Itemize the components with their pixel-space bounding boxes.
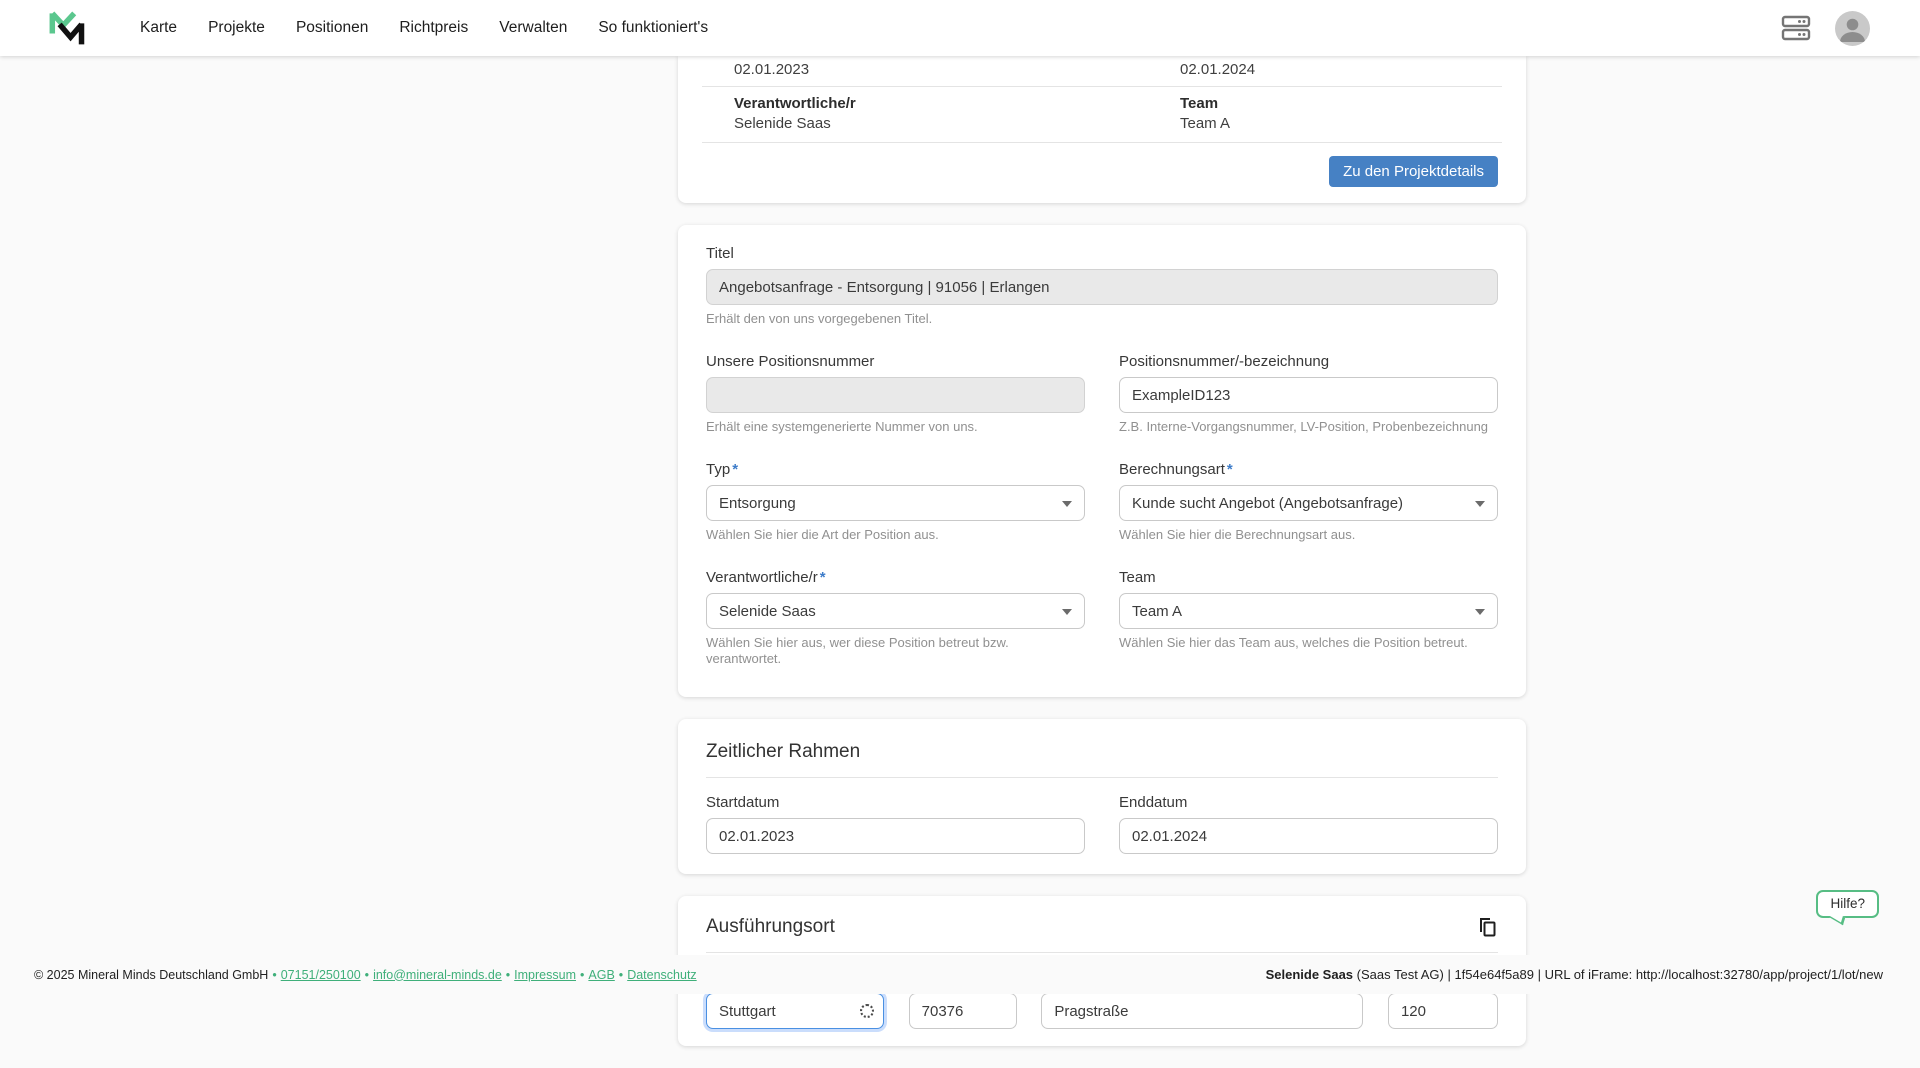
nav-item-positionen[interactable]: Positionen <box>294 13 370 43</box>
footer: © 2025 Mineral Minds Deutschland GmbH • 07… <box>0 955 1920 994</box>
footer-user-name: Selenide Saas <box>1266 967 1353 982</box>
positionsbezeichnung-label: Positionsnummer/-bezeichnung <box>1119 353 1498 370</box>
chevron-down-icon <box>1475 501 1485 507</box>
typ-select-value: Entsorgung <box>719 495 796 512</box>
required-asterisk: * <box>732 461 738 478</box>
team-select-label: Team <box>1119 569 1498 586</box>
enddatum-input[interactable] <box>1119 818 1498 854</box>
verantwortliche-label: Verantwortliche/r* <box>706 569 1085 586</box>
team-value: Team A <box>1180 114 1502 133</box>
footer-link-agb[interactable]: AGB <box>588 968 614 982</box>
unsere-positionsnummer-label: Unsere Positionsnummer <box>706 353 1085 370</box>
verantwortliche-hint: Wählen Sie hier aus, wer diese Position … <box>706 635 1085 667</box>
top-navbar: Karte Projekte Positionen Richtpreis Ver… <box>0 0 1920 56</box>
berechnungsart-select[interactable]: Kunde sucht Angebot (Angebotsanfrage) <box>1119 485 1498 521</box>
project-start-date: 02.01.2023 <box>702 60 1148 79</box>
nav-item-karte[interactable]: Karte <box>138 13 179 43</box>
footer-link-impressum[interactable]: Impressum <box>514 968 576 982</box>
chevron-down-icon <box>1062 609 1072 615</box>
nav-item-verwalten[interactable]: Verwalten <box>497 13 569 43</box>
team-select-value: Team A <box>1132 603 1182 620</box>
divider <box>706 952 1498 953</box>
startdatum-label: Startdatum <box>706 794 1085 811</box>
footer-link-phone[interactable]: 07151/250100 <box>281 968 361 982</box>
footer-left: © 2025 Mineral Minds Deutschland GmbH • 07… <box>34 968 697 982</box>
verantwortliche-select[interactable]: Selenide Saas <box>706 593 1085 629</box>
loading-spinner-icon <box>860 1004 874 1018</box>
separator-dot: • <box>619 968 623 982</box>
footer-user-suffix: (Saas Test AG) | 1f54e64f5a89 | URL of i… <box>1353 967 1883 982</box>
unsere-positionsnummer-input <box>706 377 1085 413</box>
berechnungsart-label: Berechnungsart* <box>1119 461 1498 478</box>
team-label: Team <box>1180 94 1502 113</box>
project-summary-card: 02.01.2023 02.01.2024 Verantwortliche/r … <box>678 56 1526 203</box>
titel-label: Titel <box>706 245 1498 262</box>
project-end-date: 02.01.2024 <box>1148 60 1502 79</box>
divider <box>706 777 1498 778</box>
position-form-card: Titel Erhält den von uns vorgegebenen Ti… <box>678 225 1526 697</box>
responsible-label: Verantwortliche/r <box>734 94 1148 113</box>
content-column: 02.01.2023 02.01.2024 Verantwortliche/r … <box>678 56 1526 1068</box>
mineral-minds-logo[interactable] <box>44 6 88 50</box>
zeitrahmen-heading: Zeitlicher Rahmen <box>706 741 1498 763</box>
nav-item-richtpreis[interactable]: Richtpreis <box>397 13 470 43</box>
nav-item-so-funktionierts[interactable]: So funktioniert's <box>596 13 710 43</box>
enddatum-label: Enddatum <box>1119 794 1498 811</box>
separator-dot: • <box>272 968 276 982</box>
titel-hint: Erhält den von uns vorgegebenen Titel. <box>706 311 1498 327</box>
main-nav: Karte Projekte Positionen Richtpreis Ver… <box>138 13 710 43</box>
required-asterisk: * <box>1227 461 1233 478</box>
berechnungsart-select-value: Kunde sucht Angebot (Angebotsanfrage) <box>1132 495 1403 512</box>
help-bubble-tail <box>1830 910 1846 926</box>
typ-label: Typ* <box>706 461 1085 478</box>
hausnummer-input[interactable] <box>1388 993 1498 1029</box>
team-hint: Wählen Sie hier das Team aus, welches di… <box>1119 635 1498 651</box>
footer-link-datenschutz[interactable]: Datenschutz <box>627 968 696 982</box>
ort-input[interactable] <box>706 993 884 1029</box>
copy-icon[interactable] <box>1477 916 1498 938</box>
plz-input[interactable] <box>909 993 1017 1029</box>
ausfuehrungsort-heading: Ausführungsort <box>706 916 835 938</box>
footer-session-info: Selenide Saas (Saas Test AG) | 1f54e64f5… <box>1266 967 1883 982</box>
titel-input <box>706 269 1498 305</box>
strasse-input[interactable] <box>1041 993 1363 1029</box>
typ-select[interactable]: Entsorgung <box>706 485 1085 521</box>
separator-dot: • <box>580 968 584 982</box>
responsible-value: Selenide Saas <box>734 114 1148 133</box>
chevron-down-icon <box>1062 501 1072 507</box>
zeitrahmen-card: Zeitlicher Rahmen Startdatum Enddatum <box>678 719 1526 874</box>
user-avatar-icon[interactable] <box>1835 11 1870 46</box>
footer-link-email[interactable]: info@mineral-minds.de <box>373 968 502 982</box>
nav-item-projekte[interactable]: Projekte <box>206 13 267 43</box>
required-asterisk: * <box>820 569 826 586</box>
berechnungsart-hint: Wählen Sie hier die Berechnungsart aus. <box>1119 527 1498 543</box>
chevron-down-icon <box>1475 609 1485 615</box>
unsere-positionsnummer-hint: Erhält eine systemgenerierte Nummer von … <box>706 419 1085 435</box>
separator-dot: • <box>506 968 510 982</box>
server-icon[interactable] <box>1781 14 1811 42</box>
separator-dot: • <box>365 968 369 982</box>
typ-hint: Wählen Sie hier die Art der Position aus… <box>706 527 1085 543</box>
team-select[interactable]: Team A <box>1119 593 1498 629</box>
logo-icon <box>45 7 87 49</box>
positionsbezeichnung-input[interactable] <box>1119 377 1498 413</box>
help-button[interactable]: Hilfe? <box>1816 890 1879 918</box>
help-button-label: Hilfe? <box>1830 896 1865 911</box>
verantwortliche-select-value: Selenide Saas <box>719 603 816 620</box>
project-details-button[interactable]: Zu den Projektdetails <box>1329 156 1498 187</box>
startdatum-input[interactable] <box>706 818 1085 854</box>
copyright-text: © 2025 Mineral Minds Deutschland GmbH <box>34 968 268 982</box>
positionsbezeichnung-hint: Z.B. Interne-Vorgangsnummer, LV-Position… <box>1119 419 1498 435</box>
